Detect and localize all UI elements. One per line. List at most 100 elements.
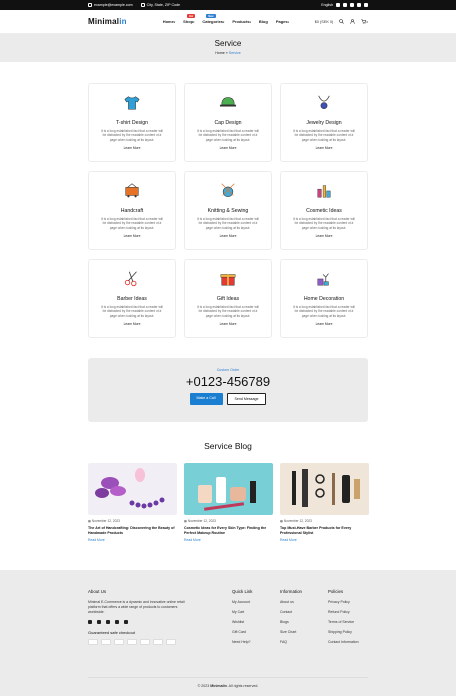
footer-link[interactable]: About us <box>280 600 302 604</box>
blog-post: ▦ November 12, 2023 The Art of Handcrafti… <box>88 463 177 542</box>
read-more-link[interactable]: Read More <box>88 538 177 542</box>
footer-about: About Us Minimal E-Commerce is a dynamic… <box>88 589 188 646</box>
cart-button[interactable]: 0 <box>361 19 368 24</box>
user-icon[interactable] <box>350 19 356 24</box>
learn-more-link[interactable]: Learn More <box>185 146 271 150</box>
learn-more-link[interactable]: Learn More <box>281 234 367 238</box>
learn-more-link[interactable]: Learn More <box>281 322 367 326</box>
footer-divider <box>88 677 368 678</box>
learn-more-link[interactable]: Learn More <box>281 146 367 150</box>
chevron-down-icon: ▾ <box>223 21 225 24</box>
footer-link[interactable]: Blogs <box>280 620 302 624</box>
service-card: Barber Ideas It is a long established fac… <box>88 259 176 338</box>
footer-link[interactable]: Contact Information <box>328 640 359 644</box>
footer-link[interactable]: Shipping Policy <box>328 630 359 634</box>
nav-item-label: Pages <box>275 19 288 24</box>
currency-select[interactable]: $0 (SEK 0) <box>315 20 334 24</box>
service-card: Home Decoration It is a long established … <box>280 259 368 338</box>
service-card: T-shirt Design It is a long established f… <box>88 83 176 162</box>
post-title[interactable]: The Art of Handcrafting: Discovering the… <box>88 526 177 535</box>
service-card: Jewelry Design It is a long established f… <box>280 83 368 162</box>
footer-link[interactable]: Terms of Service <box>328 620 359 624</box>
tiktok-icon[interactable] <box>364 3 368 7</box>
breadcrumb-home[interactable]: Home <box>215 51 225 55</box>
tiktok-icon[interactable] <box>124 620 128 625</box>
youtube-icon[interactable] <box>106 620 110 625</box>
service-description: It is a long established fact that a rea… <box>293 305 355 318</box>
footer-link[interactable]: Gift Card <box>232 630 253 634</box>
post-title[interactable]: Top Must-Have Barber Products for Every … <box>280 526 369 535</box>
facebook-icon[interactable] <box>88 620 92 625</box>
make-call-button[interactable]: Make a Call <box>189 393 223 405</box>
nav-item-home[interactable]: Home▾ <box>163 19 175 24</box>
footer-link[interactable]: Contact <box>280 610 302 614</box>
breadcrumb-current: Service <box>228 51 241 55</box>
learn-more-link[interactable]: Learn More <box>89 146 175 150</box>
nav-item-products[interactable]: Products▾ <box>232 19 251 24</box>
post-date: ▦ November 12, 2023 <box>184 519 273 523</box>
post-title[interactable]: Cosmetic Ideas for Every Skin Type: Find… <box>184 526 273 535</box>
read-more-link[interactable]: Read More <box>280 538 369 542</box>
service-card: Knitting & Sewing It is a long establishe… <box>184 171 272 250</box>
handcraft-icon <box>125 183 139 198</box>
footer-policy-title: Policies <box>328 589 344 594</box>
mail-icon <box>88 3 92 7</box>
nav-item-categories[interactable]: Categories▾ New <box>202 14 225 24</box>
necklace-icon <box>318 95 330 110</box>
nav-item-pages[interactable]: Pages▾ <box>276 19 289 24</box>
copyright-brand: Minimalin <box>210 684 227 688</box>
language-select[interactable]: English <box>321 3 333 7</box>
learn-more-link[interactable]: Learn More <box>185 322 271 326</box>
page-hero: Service Home » Service <box>0 34 456 62</box>
footer-about-text: Minimal E-Commerce is a dynamic and inno… <box>88 600 185 614</box>
search-icon[interactable] <box>339 19 345 24</box>
site-logo[interactable]: Minimalin <box>88 17 127 26</box>
footer-link[interactable]: Wishlist <box>232 620 253 624</box>
copyright-year: © 2023 <box>197 684 210 688</box>
service-description: It is a long established fact that a rea… <box>197 305 259 318</box>
services-grid: T-shirt Design It is a long established f… <box>88 83 368 338</box>
footer-link[interactable]: FAQ <box>280 640 302 644</box>
chevron-down-icon: ▾ <box>249 21 251 24</box>
payment-icons <box>88 639 188 646</box>
twitter-icon[interactable] <box>97 620 101 625</box>
tshirt-icon <box>124 96 140 110</box>
nav-item-blog[interactable]: Blog <box>259 19 268 24</box>
footer-link[interactable]: Privacy Policy <box>328 600 359 604</box>
blog-image[interactable] <box>88 463 177 515</box>
email-info[interactable]: example@example.com <box>88 3 133 7</box>
shopify-pay-icon <box>88 639 98 646</box>
instagram-icon[interactable] <box>357 3 361 7</box>
blog-image[interactable] <box>280 463 369 515</box>
address-info: City, State, ZIP Code <box>140 3 181 7</box>
top-bar: example@example.com City, State, ZIP Cod… <box>0 0 456 10</box>
nav-item-label: Categories <box>202 19 224 24</box>
cart-count: 0 <box>366 19 368 24</box>
footer-link[interactable]: My Account <box>232 600 253 604</box>
learn-more-link[interactable]: Learn More <box>185 234 271 238</box>
cap-icon <box>219 97 237 107</box>
learn-more-link[interactable]: Learn More <box>89 322 175 326</box>
read-more-link[interactable]: Read More <box>184 538 273 542</box>
blog-image[interactable] <box>184 463 273 515</box>
footer-link[interactable]: Need Help? <box>232 640 253 644</box>
send-message-button[interactable]: Send Message <box>226 393 267 405</box>
nav-item-shop[interactable]: Shop▾ Hot <box>183 14 196 24</box>
service-description: It is a long established fact that a rea… <box>293 217 355 230</box>
copyright-rights: . All rights reserved. <box>226 684 259 688</box>
facebook-icon[interactable] <box>336 3 340 7</box>
footer-link[interactable]: My Cart <box>232 610 253 614</box>
service-description: It is a long established fact that a rea… <box>101 305 163 318</box>
address-text: City, State, ZIP Code <box>146 3 181 7</box>
footer-social <box>88 620 188 625</box>
learn-more-link[interactable]: Learn More <box>89 234 175 238</box>
instagram-icon[interactable] <box>115 620 119 625</box>
scissors-icon <box>124 271 137 287</box>
footer-link[interactable]: Refund Policy <box>328 610 359 614</box>
nav-item-label: Shop <box>183 19 194 24</box>
twitter-icon[interactable] <box>343 3 347 7</box>
service-description: It is a long established fact that a rea… <box>293 129 355 142</box>
youtube-icon[interactable] <box>350 3 354 7</box>
cosmetic-icon <box>317 185 331 198</box>
footer-link[interactable]: Size Chart <box>280 630 302 634</box>
